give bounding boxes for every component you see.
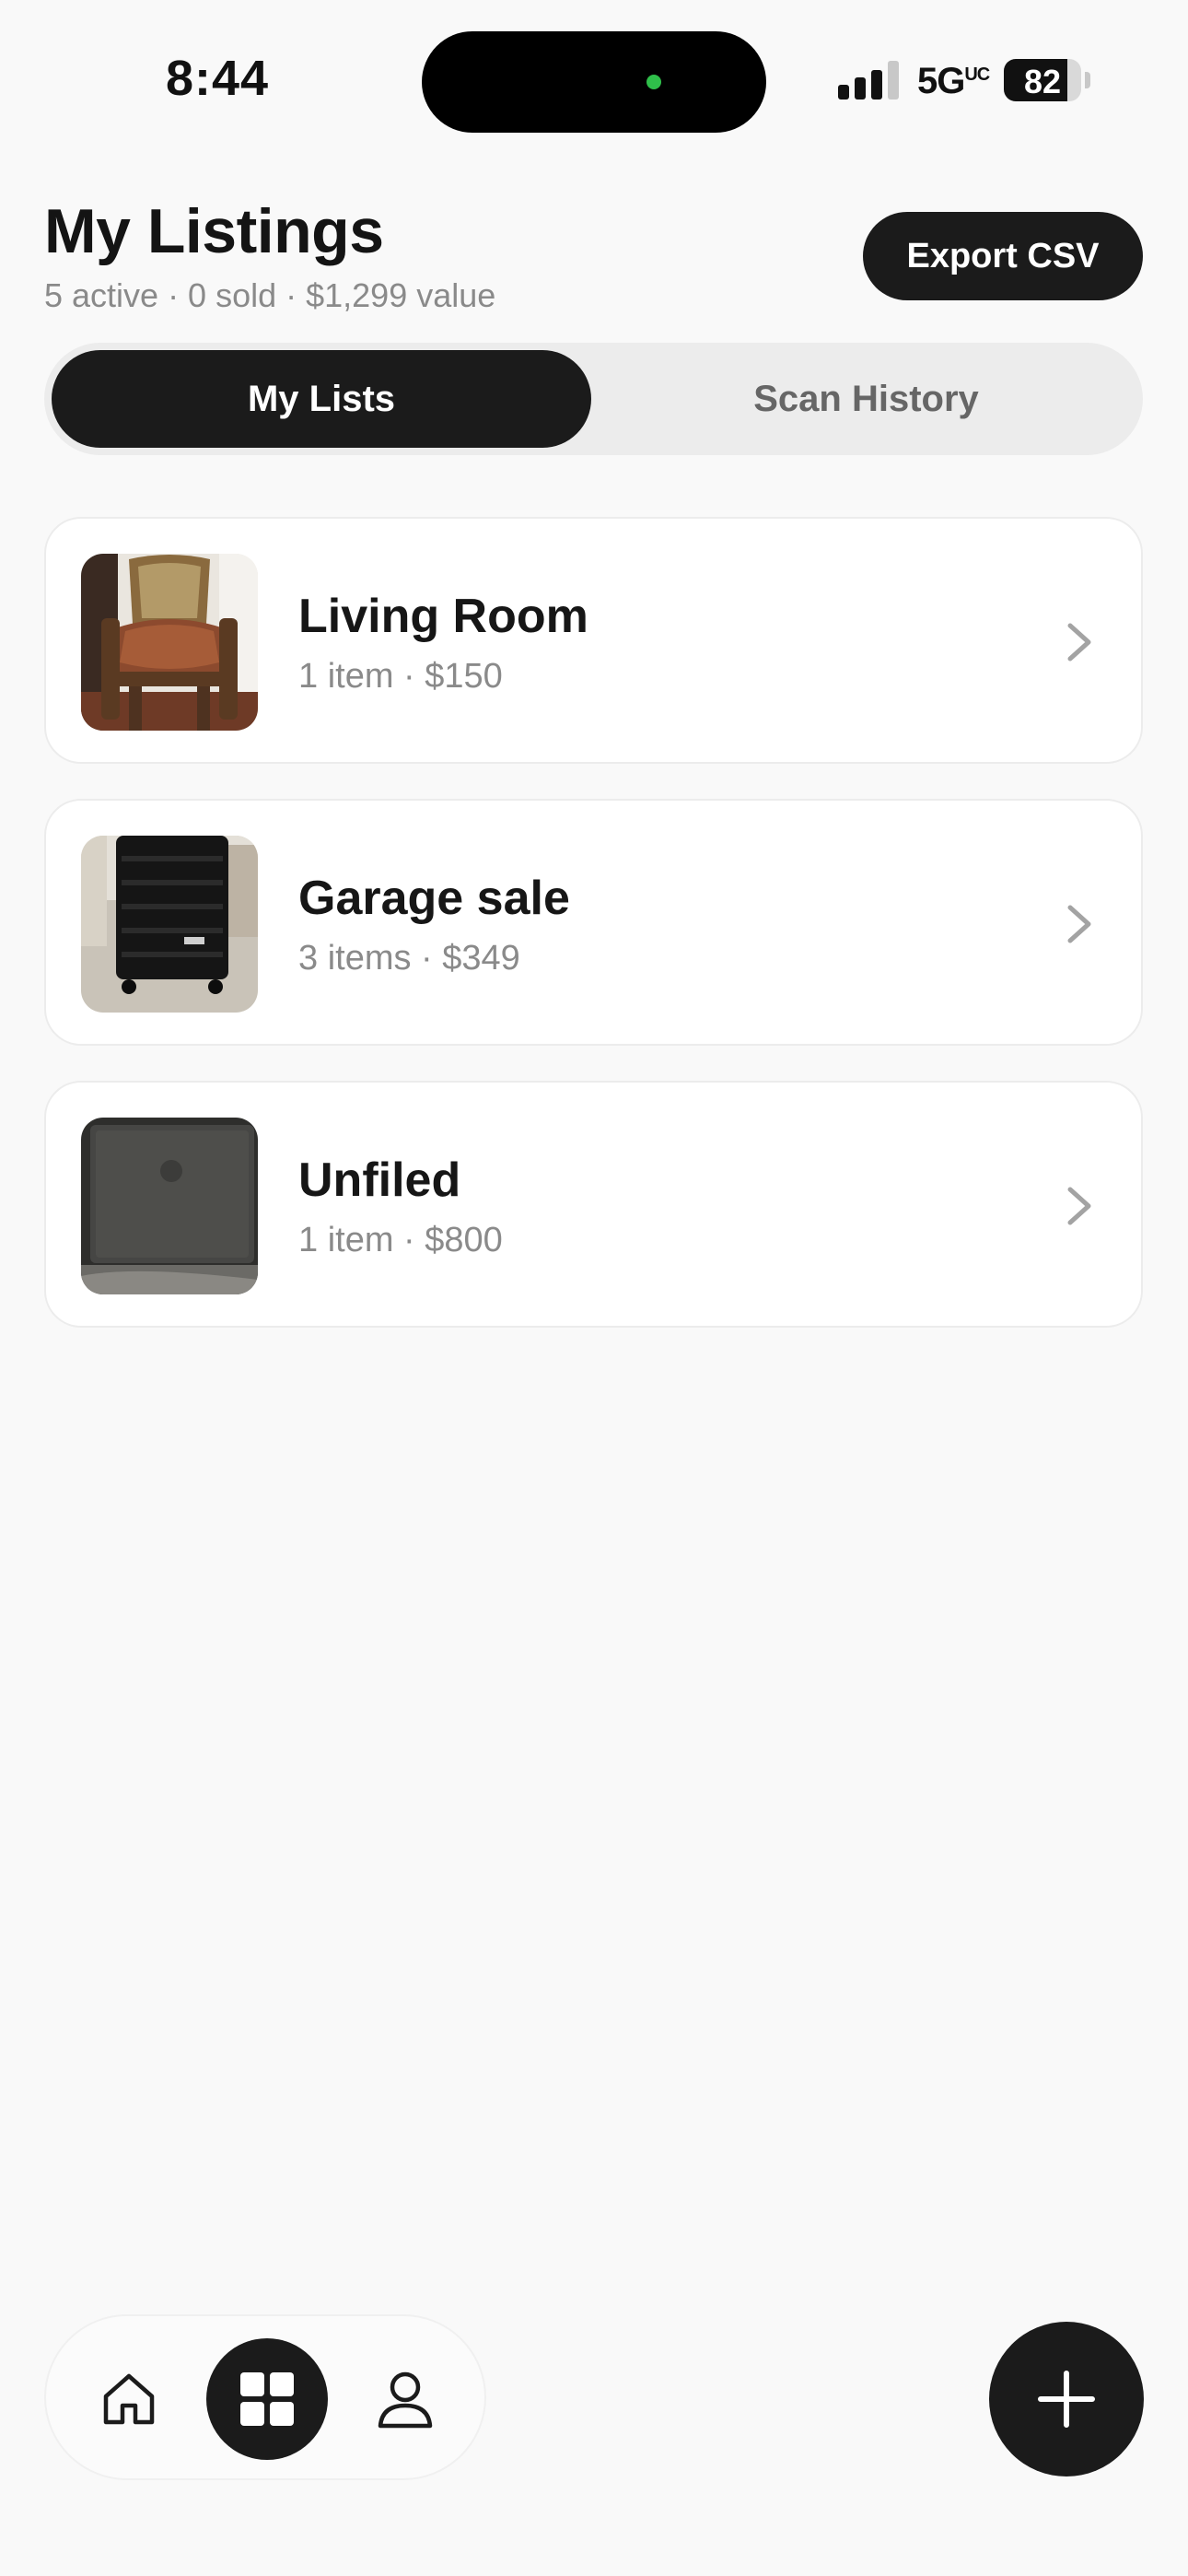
armchair-photo [81,554,258,731]
plus-icon [1038,2371,1095,2428]
list-card-living-room[interactable]: Living Room 1 item · $150 [44,517,1143,764]
bottom-nav [44,2314,486,2480]
page-title: My Listings [44,196,384,266]
dynamic-island [422,31,766,133]
list-title: Living Room [298,590,588,643]
cellular-signal-icon [838,61,899,100]
nav-home-button[interactable] [68,2338,190,2460]
home-icon [103,2373,155,2425]
battery-cap [1085,72,1090,88]
network-indicator: 5GUC [917,61,990,102]
tab-my-lists[interactable]: My Lists [52,350,591,448]
list-card-garage-sale[interactable]: Garage sale 3 items · $349 [44,799,1143,1046]
list-title: Garage sale [298,872,570,925]
list-meta: 3 items · $349 [298,939,520,978]
listing-summary: 5 active · 0 sold · $1,299 value [44,276,496,314]
chevron-right-icon [1067,905,1091,943]
camera-indicator-dot [646,75,661,89]
network-suffix: UC [964,64,990,85]
network-type: 5G [917,61,965,101]
battery-level: 82 [1023,63,1062,100]
list-meta: 1 item · $150 [298,657,503,696]
screen: 8:44 5GUC 82 My Listings 5 active · 0 so… [0,0,1188,2576]
chevron-right-icon [1067,623,1091,662]
person-icon [378,2371,433,2429]
list-card-unfiled[interactable]: Unfiled 1 item · $800 [44,1081,1143,1328]
nav-lists-button[interactable] [206,2338,328,2460]
battery-icon: 82 [1004,59,1081,101]
list-meta: 1 item · $800 [298,1221,503,1259]
export-csv-button[interactable]: Export CSV [863,212,1143,300]
view-tabs: My Lists Scan History [44,343,1143,455]
add-listing-button[interactable] [989,2322,1144,2476]
tab-scan-history[interactable]: Scan History [597,350,1136,448]
grid-icon [240,2372,294,2426]
list-title: Unfiled [298,1153,461,1207]
suitcase-photo [81,836,258,1013]
nav-profile-button[interactable] [344,2338,466,2460]
chevron-right-icon [1067,1187,1091,1225]
laptop-photo [81,1118,258,1294]
status-time: 8:44 [166,51,270,106]
